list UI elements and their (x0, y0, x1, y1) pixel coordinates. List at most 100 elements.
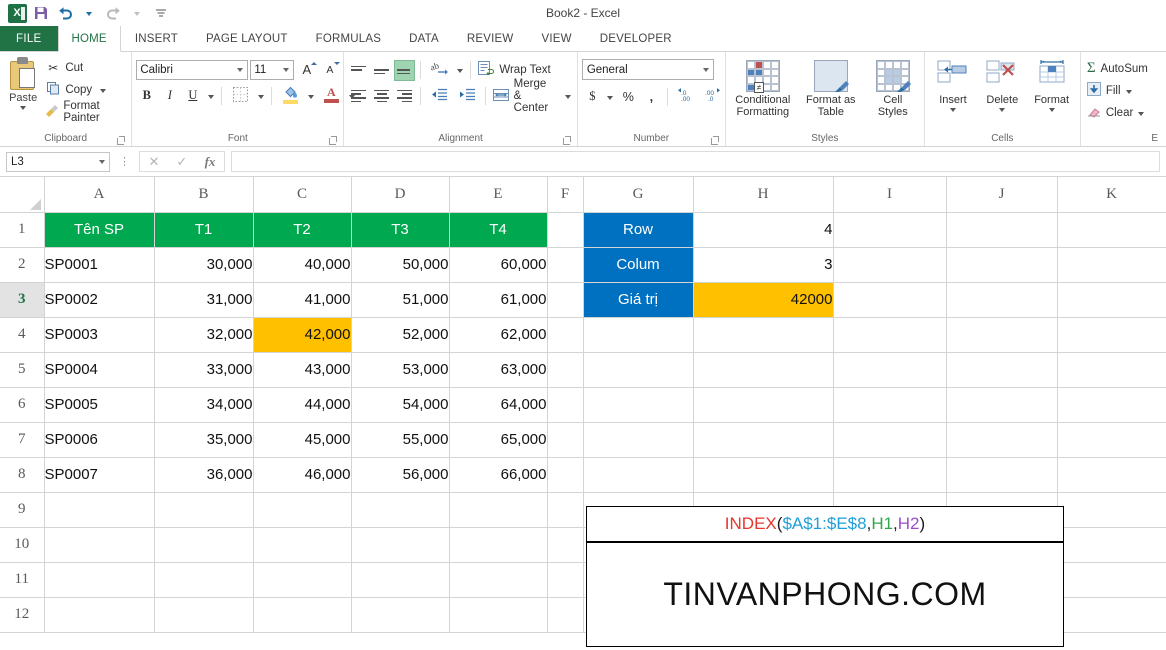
row-header-6[interactable]: 6 (0, 387, 45, 423)
formula-input[interactable] (231, 151, 1160, 172)
fill-button[interactable]: Fill (1085, 80, 1134, 101)
underline-button[interactable]: U (182, 85, 203, 106)
cell-C12[interactable] (253, 597, 352, 633)
cell-E11[interactable] (449, 562, 548, 598)
cell-I3[interactable] (833, 282, 947, 318)
cell-G6[interactable] (583, 387, 694, 423)
cell-H4[interactable] (693, 317, 834, 353)
cell-G7[interactable] (583, 422, 694, 458)
cell-D9[interactable] (351, 492, 450, 528)
paste-button[interactable]: Paste (4, 55, 42, 110)
row-header-12[interactable]: 12 (0, 597, 45, 633)
cell-K11[interactable] (1057, 562, 1166, 598)
cell-A4[interactable]: SP0003 (44, 317, 155, 353)
row-header-7[interactable]: 7 (0, 422, 45, 458)
cell-E9[interactable] (449, 492, 548, 528)
cell-F2[interactable] (547, 247, 584, 283)
copy-button[interactable]: Copy (42, 80, 127, 100)
tab-file[interactable]: FILE (0, 26, 58, 51)
cell-F11[interactable] (547, 562, 584, 598)
save-icon[interactable] (30, 2, 52, 24)
cell-H7[interactable] (693, 422, 834, 458)
cell-D6[interactable]: 54,000 (351, 387, 450, 423)
cell-E8[interactable]: 66,000 (449, 457, 548, 493)
tab-page-layout[interactable]: PAGE LAYOUT (192, 26, 302, 51)
currency-dropdown-icon[interactable] (605, 86, 616, 107)
cell-B7[interactable]: 35,000 (154, 422, 254, 458)
tab-formulas[interactable]: FORMULAS (302, 26, 396, 51)
row-header-4[interactable]: 4 (0, 317, 45, 353)
cell-J1[interactable] (946, 212, 1058, 248)
cell-K7[interactable] (1057, 422, 1166, 458)
cell-E12[interactable] (449, 597, 548, 633)
cell-F9[interactable] (547, 492, 584, 528)
cell-J5[interactable] (946, 352, 1058, 388)
paste-dropdown-icon[interactable] (20, 106, 27, 110)
fill-dropdown-icon[interactable] (1125, 89, 1132, 94)
top-align-button[interactable] (348, 60, 369, 81)
cell-F5[interactable] (547, 352, 584, 388)
cell-I6[interactable] (833, 387, 947, 423)
cell-F12[interactable] (547, 597, 584, 633)
clear-dropdown-icon[interactable] (1138, 111, 1145, 116)
delete-cells-button[interactable]: Delete (978, 58, 1026, 112)
cell-I1[interactable] (833, 212, 947, 248)
cell-F1[interactable] (547, 212, 584, 248)
cell-C7[interactable]: 45,000 (253, 422, 352, 458)
cell-G8[interactable] (583, 457, 694, 493)
tab-review[interactable]: REVIEW (453, 26, 528, 51)
cell-D11[interactable] (351, 562, 450, 598)
name-box[interactable]: L3 (6, 151, 110, 172)
customize-qat-icon[interactable] (150, 2, 172, 24)
column-header-I[interactable]: I (833, 177, 947, 213)
cell-F6[interactable] (547, 387, 584, 423)
cell-C3[interactable]: 41,000 (253, 282, 352, 318)
middle-align-button[interactable] (371, 60, 392, 81)
comma-style-button[interactable]: , (641, 86, 662, 107)
insert-cells-button[interactable]: Insert (929, 58, 977, 112)
cell-F4[interactable] (547, 317, 584, 353)
alignment-dialog-launcher[interactable] (562, 136, 571, 145)
fill-color-dropdown-icon[interactable] (305, 85, 316, 106)
cell-C6[interactable]: 44,000 (253, 387, 352, 423)
font-name-combobox[interactable]: Calibri (136, 59, 249, 80)
cell-A5[interactable]: SP0004 (44, 352, 155, 388)
cell-G1[interactable]: Row (583, 212, 694, 248)
cell-A8[interactable]: SP0007 (44, 457, 155, 493)
chevron-down-icon[interactable] (99, 159, 105, 164)
cell-E3[interactable]: 61,000 (449, 282, 548, 318)
orientation-dropdown-icon[interactable] (454, 60, 465, 81)
cell-A3[interactable]: SP0002 (44, 282, 155, 318)
row-header-1[interactable]: 1 (0, 212, 45, 248)
cell-J4[interactable] (946, 317, 1058, 353)
delete-dropdown-icon[interactable] (999, 108, 1006, 112)
font-color-button[interactable]: A (318, 85, 344, 106)
column-header-F[interactable]: F (547, 177, 584, 213)
decrease-decimal-button[interactable]: .00.0 (701, 86, 727, 107)
cell-D12[interactable] (351, 597, 450, 633)
select-all-corner[interactable] (0, 177, 45, 213)
cell-K9[interactable] (1057, 492, 1166, 528)
number-format-combobox[interactable]: General (581, 59, 714, 80)
cell-C9[interactable] (253, 492, 352, 528)
decrease-indent-button[interactable] (426, 86, 452, 107)
tab-home[interactable]: HOME (57, 26, 121, 52)
number-dialog-launcher[interactable] (710, 136, 719, 145)
cell-I2[interactable] (833, 247, 947, 283)
cell-B8[interactable]: 36,000 (154, 457, 254, 493)
cell-J2[interactable] (946, 247, 1058, 283)
format-cells-button[interactable]: Format (1027, 58, 1075, 112)
row-header-2[interactable]: 2 (0, 247, 45, 283)
cell-B4[interactable]: 32,000 (154, 317, 254, 353)
clear-button[interactable]: Clear (1085, 102, 1146, 123)
cell-F7[interactable] (547, 422, 584, 458)
cell-A10[interactable] (44, 527, 155, 563)
undo-icon[interactable] (54, 2, 76, 24)
column-header-C[interactable]: C (253, 177, 352, 213)
cell-C11[interactable] (253, 562, 352, 598)
cell-B2[interactable]: 30,000 (154, 247, 254, 283)
borders-dropdown-icon[interactable] (255, 85, 266, 106)
cell-F3[interactable] (547, 282, 584, 318)
cell-B6[interactable]: 34,000 (154, 387, 254, 423)
cell-C8[interactable]: 46,000 (253, 457, 352, 493)
